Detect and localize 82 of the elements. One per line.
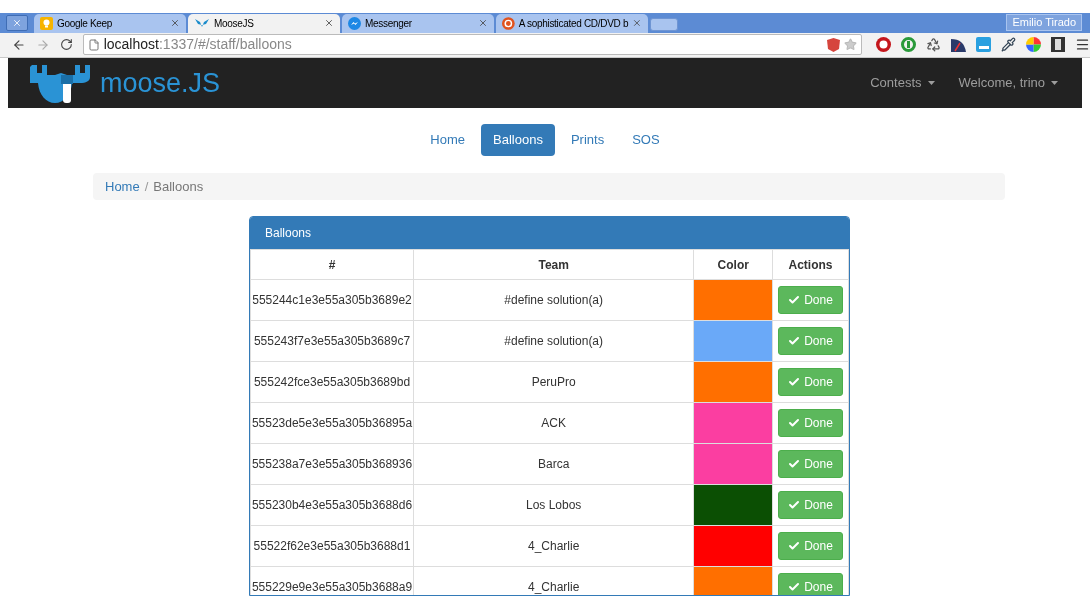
done-button[interactable]: Done xyxy=(778,286,843,315)
card-icon[interactable] xyxy=(976,37,991,53)
nav-pill[interactable]: SOS xyxy=(620,124,672,157)
table-cell: ACK xyxy=(413,402,694,444)
dropdown-menu[interactable]: Contests xyxy=(858,73,947,93)
ring-icon[interactable] xyxy=(901,37,916,53)
brand-name[interactable]: moose.JS xyxy=(100,62,221,104)
browser-tab[interactable]: Google Keep xyxy=(34,13,186,33)
close-window-button[interactable] xyxy=(6,14,28,31)
check-icon xyxy=(788,294,801,307)
table-cell: 555229e9e3e55a305b3688a9 xyxy=(250,566,414,595)
nav-pill[interactable]: Prints xyxy=(558,124,617,157)
reload-icon[interactable] xyxy=(59,38,73,52)
table-cell: #define solution(a) xyxy=(413,279,694,321)
table-cell: 4_Charlie xyxy=(413,525,694,567)
close-tab-icon[interactable] xyxy=(478,18,488,29)
circle-logo-icon xyxy=(502,16,515,30)
done-button[interactable]: Done xyxy=(778,450,843,479)
nav-pill[interactable]: Balloons xyxy=(481,124,555,157)
gauge-icon[interactable] xyxy=(951,37,966,53)
done-button[interactable]: Done xyxy=(778,491,843,520)
table-cell: Barca xyxy=(413,443,694,485)
tab-title: Google Keep xyxy=(57,16,114,31)
check-icon xyxy=(788,335,801,348)
browser-tab[interactable]: Messenger xyxy=(342,13,494,33)
done-button[interactable]: Done xyxy=(778,573,843,595)
close-icon xyxy=(12,17,22,28)
table-cell: 555242fce3e55a305b3689bd xyxy=(250,361,414,403)
panel-heading: Balloons xyxy=(250,217,849,250)
done-button[interactable]: Done xyxy=(778,327,843,356)
shield-icon[interactable] xyxy=(827,37,840,52)
check-icon xyxy=(788,499,801,512)
column-header: Actions xyxy=(772,249,849,280)
profile-button[interactable]: Emilio Tirado xyxy=(1006,13,1082,31)
star-icon[interactable] xyxy=(844,38,857,52)
eyedropper-icon[interactable] xyxy=(1001,37,1016,53)
recycle-icon[interactable] xyxy=(926,37,941,53)
close-tab-icon[interactable] xyxy=(324,18,334,29)
breadcrumb-item: Balloons xyxy=(153,178,204,196)
check-icon xyxy=(788,376,801,389)
page-icon xyxy=(87,38,100,51)
table-cell: #define solution(a) xyxy=(413,320,694,362)
table-cell: 555238a7e3e55a305b368936 xyxy=(250,443,414,485)
chat-bubble-icon xyxy=(348,16,361,30)
tab-title: A sophisticated CD/DVD b xyxy=(518,16,629,31)
check-icon xyxy=(788,540,801,553)
browser-tab[interactable]: A sophisticated CD/DVD b xyxy=(496,13,648,33)
check-icon xyxy=(788,581,801,594)
table-cell: 555244c1e3e55a305b3689e2 xyxy=(250,279,414,321)
table-cell: Los Lobos xyxy=(413,484,694,526)
back-icon[interactable] xyxy=(12,37,26,52)
column-header: Color xyxy=(693,249,773,280)
tab-title: Messenger xyxy=(365,16,413,31)
table-cell: 555230b4e3e55a305b3688d6 xyxy=(250,484,414,526)
table-cell: PeruPro xyxy=(413,361,694,403)
done-button[interactable]: Done xyxy=(778,368,843,397)
address-field[interactable]: localhost:1337/#/staff/balloons xyxy=(82,34,862,56)
stop-sign-icon[interactable] xyxy=(876,37,891,53)
breadcrumb-item[interactable]: Home xyxy=(105,177,140,197)
color-wheel-icon[interactable] xyxy=(1026,37,1041,53)
column-header: # xyxy=(250,249,414,280)
table-cell: 55523de5e3e55a305b36895a xyxy=(250,402,414,444)
bulb-icon xyxy=(40,16,53,30)
table-cell: 55522f62e3e55a305b3688d1 xyxy=(250,525,414,567)
breadcrumb-separator: / xyxy=(143,178,150,196)
film-icon[interactable] xyxy=(1051,37,1065,53)
close-tab-icon[interactable] xyxy=(170,18,180,29)
column-header: Team xyxy=(413,249,694,280)
browser-tab[interactable]: MooseJS xyxy=(188,13,340,33)
menu-icon[interactable] xyxy=(1075,37,1090,53)
check-icon xyxy=(788,417,801,430)
nav-pill[interactable]: Home xyxy=(418,124,478,157)
done-button[interactable]: Done xyxy=(778,532,843,561)
close-tab-icon[interactable] xyxy=(632,18,642,29)
check-icon xyxy=(788,458,801,471)
caret-icon xyxy=(927,81,935,86)
done-button[interactable]: Done xyxy=(778,409,843,438)
table-cell: 555243f7e3e55a305b3689c7 xyxy=(250,320,414,362)
dropdown-menu[interactable]: Welcome, trino xyxy=(946,73,1070,93)
caret-icon xyxy=(1051,81,1058,86)
url-text: localhost:1337/#/staff/balloons xyxy=(103,35,293,55)
tab-title: MooseJS xyxy=(214,16,255,31)
